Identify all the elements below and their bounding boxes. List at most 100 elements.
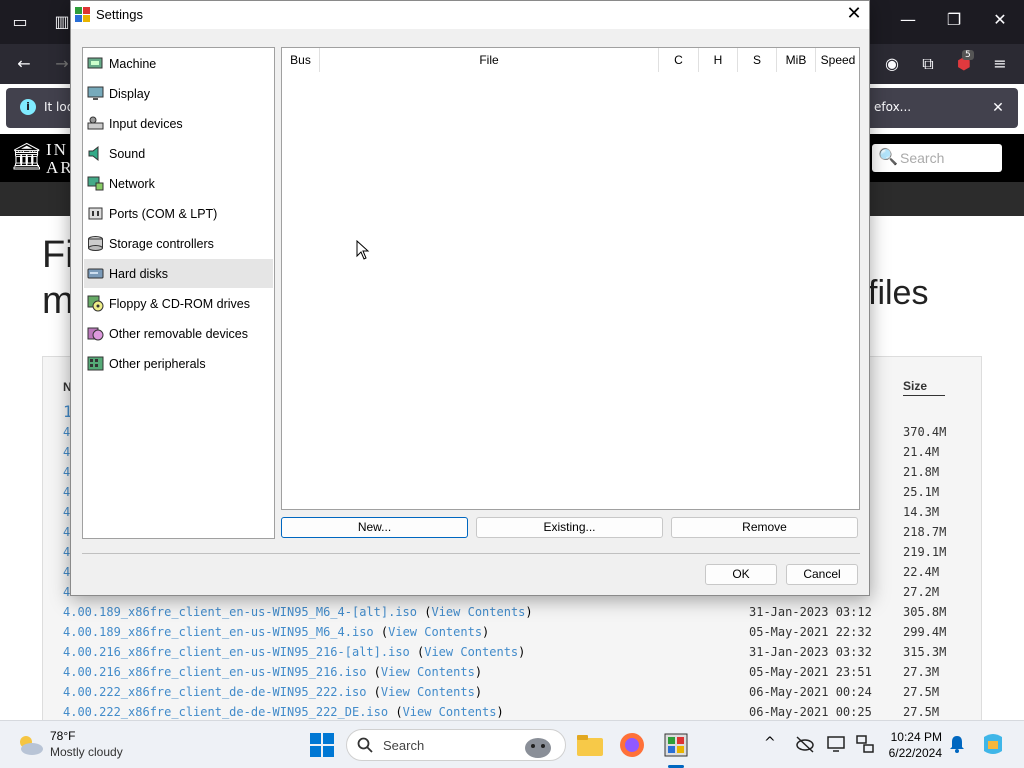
view-contents-link[interactable]: View Contents <box>388 625 482 639</box>
file-explorer-icon[interactable] <box>574 729 606 761</box>
tab-overview-icon[interactable]: ▭ <box>8 12 32 32</box>
ok-button[interactable]: OK <box>705 564 777 585</box>
file-link[interactable]: 4.00.216_x86fre_client_en-us-WIN95_216.i… <box>63 665 366 679</box>
column-header-speed[interactable]: Speed <box>816 48 860 72</box>
file-size: 27.5M <box>903 705 940 719</box>
ports-icon <box>88 207 103 220</box>
cloud-offline-icon[interactable] <box>794 733 816 755</box>
dialog-separator <box>82 553 860 554</box>
category-ports[interactable]: Ports (COM & LPT) <box>84 199 273 228</box>
taskbar-search-box[interactable]: Search <box>346 729 566 761</box>
view-contents-link[interactable]: View Contents <box>424 645 518 659</box>
start-button-icon[interactable] <box>306 729 338 761</box>
column-header-file[interactable]: File <box>320 48 659 72</box>
floppy-cdrom-icon <box>87 295 104 312</box>
clock-date[interactable]: 6/22/2024 <box>876 746 942 760</box>
remove-disk-button[interactable]: Remove <box>671 517 858 538</box>
file-date: 05-May-2021 22:32 <box>749 625 872 639</box>
firefox-icon[interactable] <box>616 729 648 761</box>
tray-overflow-icon[interactable]: ^ <box>764 735 776 751</box>
view-contents-link[interactable]: View Contents <box>381 685 475 699</box>
column-header-c[interactable]: C <box>659 48 699 72</box>
category-storage-controllers[interactable]: Storage controllers <box>84 229 273 258</box>
file-size: 370.4M <box>903 425 947 439</box>
category-network[interactable]: Network <box>84 169 273 198</box>
page-title: Fi m <box>42 234 74 322</box>
file-link[interactable]: 4.00.222_x86fre_client_de-de-WIN95_222_D… <box>63 705 388 719</box>
file-size: 14.3M <box>903 505 940 519</box>
file-size: 21.4M <box>903 445 940 459</box>
display-tray-icon[interactable] <box>826 733 848 755</box>
file-size: 218.7M <box>903 525 947 539</box>
file-link[interactable]: 4.00.189_x86fre_client_en-us-WIN95_M6_4.… <box>63 625 374 639</box>
hard-disk-table[interactable]: Bus File C H S MiB Speed <box>281 47 860 510</box>
dialog-close-button[interactable]: ✕ <box>839 1 869 29</box>
new-disk-button[interactable]: New... <box>281 517 468 538</box>
notification-bell-icon[interactable] <box>946 733 968 755</box>
file-link[interactable]: 4.00.222_x86fre_client_de-de-WIN95_222.i… <box>63 685 366 699</box>
file-link[interactable]: 4.00.189_x86fre_client_en-us-WIN95_M6_4-… <box>63 605 417 619</box>
view-contents-link[interactable]: View Contents <box>381 665 475 679</box>
removable-devices-icon <box>87 327 104 341</box>
notification-close-icon[interactable]: ✕ <box>986 98 1010 118</box>
column-header-bus[interactable]: Bus <box>282 48 320 72</box>
file-size: 27.5M <box>903 685 940 699</box>
weather-cloud-icon[interactable] <box>16 733 44 757</box>
search-highlight-icon <box>525 738 551 758</box>
category-list: Machine Display Input devices Sound Netw… <box>82 47 275 539</box>
settings-dialog: Settings ✕ Machine Display Input devices… <box>70 0 870 596</box>
category-machine[interactable]: Machine <box>84 49 273 78</box>
category-input-devices[interactable]: Input devices <box>84 109 273 138</box>
window-close-icon[interactable]: ✕ <box>988 10 1012 30</box>
weather-description: Mostly cloudy <box>50 745 123 759</box>
existing-disk-button[interactable]: Existing... <box>476 517 663 538</box>
table-row: 4.00.222_x86fre_client_de-de-WIN95_222.i… <box>0 682 1024 702</box>
file-date: 06-May-2021 00:25 <box>749 705 872 719</box>
column-size-header: Size <box>903 379 945 396</box>
category-display[interactable]: Display <box>84 79 273 108</box>
dialog-title-bar[interactable]: Settings ✕ <box>71 1 869 29</box>
column-header-h[interactable]: H <box>699 48 738 72</box>
app-icon <box>75 7 90 22</box>
minimize-icon[interactable]: — <box>896 10 920 30</box>
network-tray-icon[interactable] <box>854 733 876 755</box>
file-date: 31-Jan-2023 03:12 <box>749 605 872 619</box>
display-icon <box>87 86 104 100</box>
category-peripherals[interactable]: Other peripherals <box>84 349 273 378</box>
table-row: 4.00.216_x86fre_client_en-us-WIN95_216-[… <box>0 642 1024 662</box>
archive-search-placeholder: Search <box>900 150 945 166</box>
view-contents-link[interactable]: View Contents <box>431 605 525 619</box>
sound-icon <box>88 145 99 162</box>
column-header-mib[interactable]: MiB <box>777 48 816 72</box>
menu-icon[interactable]: ≡ <box>988 54 1012 74</box>
archive-search-input[interactable]: 🔍 Search <box>872 144 1002 172</box>
category-removable-devices[interactable]: Other removable devices <box>84 319 273 348</box>
input-devices-icon <box>87 116 104 130</box>
category-hard-disks[interactable]: Hard disks <box>84 259 273 288</box>
file-size: 299.4M <box>903 625 947 639</box>
category-sound[interactable]: Sound <box>84 139 273 168</box>
restore-icon[interactable]: ❐ <box>942 10 966 30</box>
category-floppy-cdrom[interactable]: Floppy & CD-ROM drives <box>84 289 273 318</box>
archive-logo-text-1: IN <box>46 140 68 159</box>
clock-time[interactable]: 10:24 PM <box>890 730 942 744</box>
search-icon: 🔍 <box>878 147 898 166</box>
86box-app-icon[interactable] <box>660 729 692 761</box>
copilot-icon[interactable] <box>980 731 1006 757</box>
column-header-s[interactable]: S <box>738 48 777 72</box>
table-row: 4.00.216_x86fre_client_en-us-WIN95_216.i… <box>0 662 1024 682</box>
dialog-title: Settings <box>96 7 143 22</box>
file-size: 21.8M <box>903 465 940 479</box>
file-link[interactable]: 4.00.216_x86fre_client_en-us-WIN95_216-[… <box>63 645 410 659</box>
account-icon[interactable]: ◉ <box>880 54 904 74</box>
back-icon[interactable]: ← <box>12 54 36 74</box>
cancel-button[interactable]: Cancel <box>786 564 858 585</box>
table-row: 4.00.189_x86fre_client_en-us-WIN95_M6_4-… <box>0 602 1024 622</box>
search-icon <box>357 737 373 753</box>
table-row: 4.00.222_x86fre_client_de-de-WIN95_222_D… <box>0 702 1024 720</box>
machine-icon <box>87 57 103 69</box>
archive-logo-icon[interactable]: 🏛 <box>10 142 43 172</box>
extensions-icon[interactable]: ⧉ <box>916 54 940 74</box>
file-size: 25.1M <box>903 485 940 499</box>
view-contents-link[interactable]: View Contents <box>403 705 497 719</box>
